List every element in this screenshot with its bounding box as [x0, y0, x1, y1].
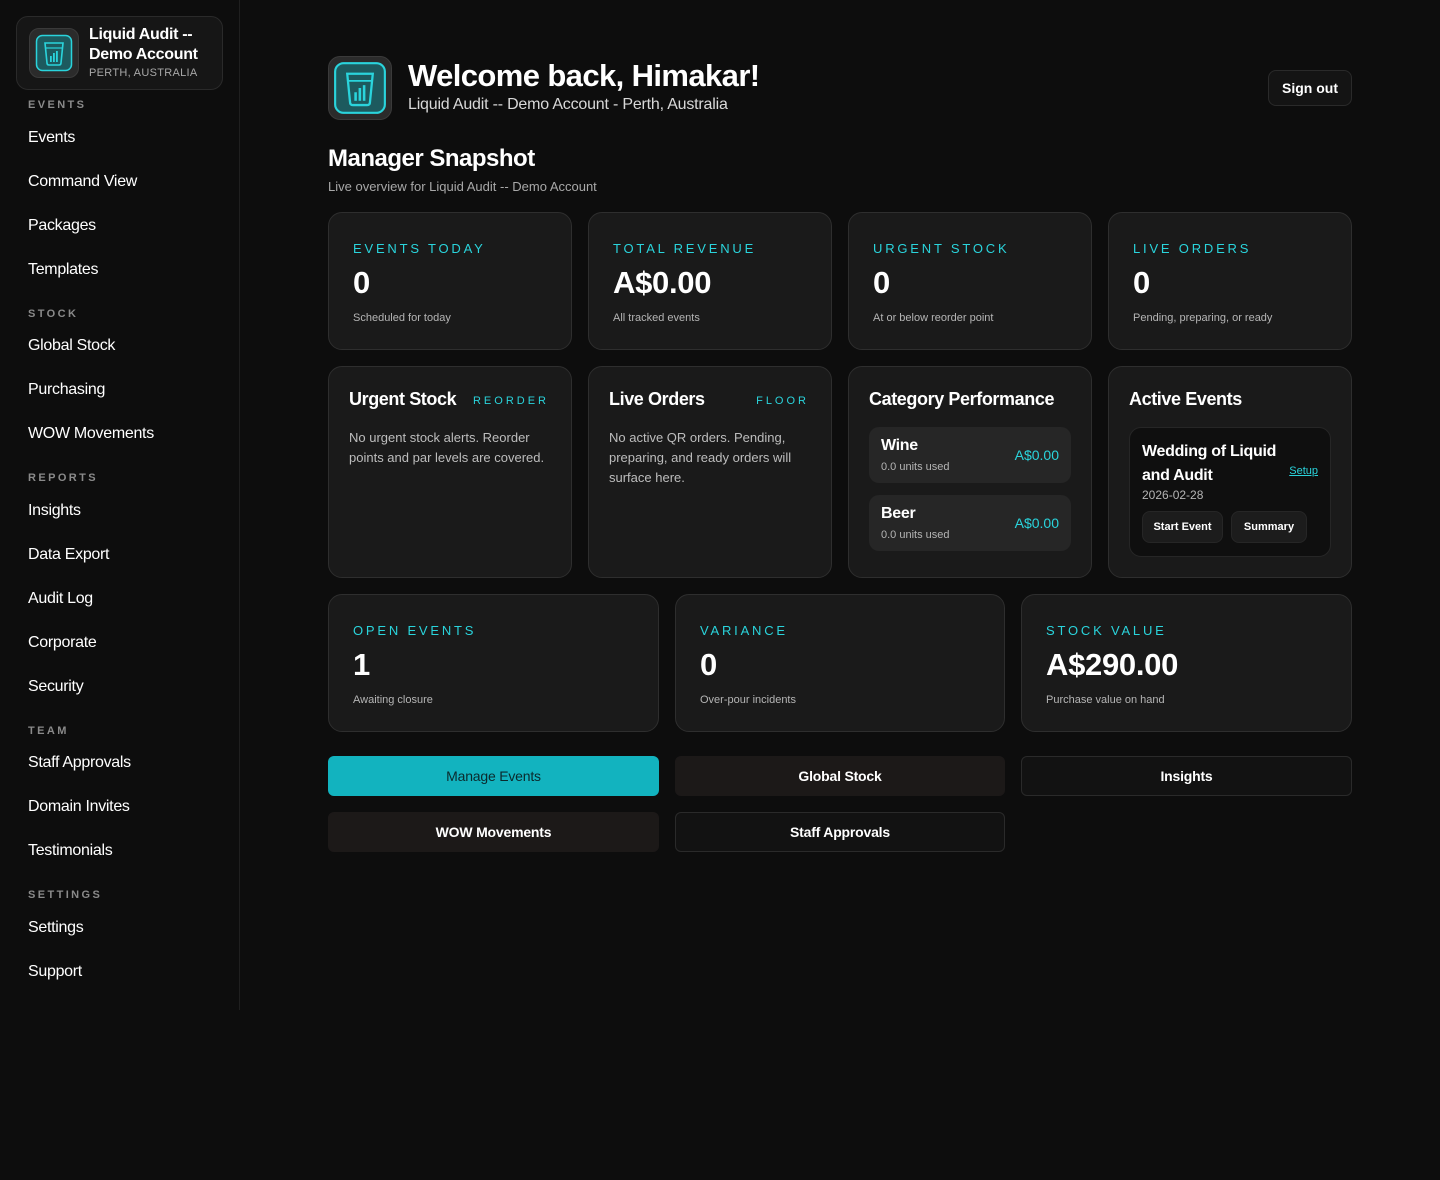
panel-tag: REORDER	[472, 395, 549, 407]
sidebar-item-security[interactable]: Security	[28, 678, 84, 696]
kpi-card-urgent-stock: URGENT STOCK 0 At or below reorder point	[848, 212, 1092, 350]
glass-chart-icon	[29, 28, 79, 78]
kpi-label: STOCK VALUE	[1046, 623, 1167, 638]
manage-events-button[interactable]: Manage Events	[328, 756, 659, 796]
kpi-value: 1	[353, 647, 370, 682]
kpi-card-stock-value: STOCK VALUE A$290.00 Purchase value on h…	[1021, 594, 1352, 732]
urgent-stock-panel: Urgent Stock REORDER No urgent stock ale…	[328, 366, 572, 578]
staff-approvals-button[interactable]: Staff Approvals	[675, 812, 1005, 852]
sidebar-item-audit-log[interactable]: Audit Log	[28, 590, 93, 608]
start-event-button[interactable]: Start Event	[1142, 511, 1223, 543]
category-row: Wine 0.0 units used A$0.00	[869, 427, 1071, 483]
kpi-value: 0	[1133, 265, 1150, 300]
sidebar-item-testimonials[interactable]: Testimonials	[28, 842, 113, 860]
panel-title: Category Performance	[869, 389, 1055, 409]
sidebar-item-wow-movements[interactable]: WOW Movements	[28, 425, 154, 443]
summary-button[interactable]: Summary	[1231, 511, 1307, 543]
sidebar-item-purchasing[interactable]: Purchasing	[28, 381, 105, 399]
page-title: Manager Snapshot	[328, 145, 535, 172]
sidebar-item-corporate[interactable]: Corporate	[28, 634, 97, 652]
kpi-value: 0	[353, 265, 370, 300]
event-setup-link[interactable]: Setup	[1289, 465, 1318, 477]
glass-chart-icon	[328, 56, 392, 120]
sign-out-button[interactable]: Sign out	[1268, 70, 1352, 106]
kpi-value: 0	[873, 265, 890, 300]
category-value: A$0.00	[1014, 515, 1059, 531]
sidebar-item-packages[interactable]: Packages	[28, 217, 96, 235]
kpi-note: Pending, preparing, or ready	[1133, 312, 1273, 324]
sidebar-item-global-stock[interactable]: Global Stock	[28, 337, 115, 355]
nav-section-events: EVENTS	[28, 99, 87, 111]
event-date: 2026-02-28	[1142, 488, 1204, 502]
kpi-label: LIVE ORDERS	[1133, 241, 1252, 256]
sidebar-item-settings[interactable]: Settings	[28, 919, 84, 937]
panel-title: Active Events	[1129, 389, 1242, 409]
kpi-card-open-events: OPEN EVENTS 1 Awaiting closure	[328, 594, 659, 732]
kpi-note: At or below reorder point	[873, 312, 994, 324]
sidebar-item-staff-approvals[interactable]: Staff Approvals	[28, 754, 131, 772]
nav-section-stock: STOCK	[28, 308, 79, 320]
global-stock-button[interactable]: Global Stock	[675, 756, 1005, 796]
kpi-label: TOTAL REVENUE	[613, 241, 757, 256]
kpi-label: OPEN EVENTS	[353, 623, 477, 638]
nav-section-reports: REPORTS	[28, 472, 98, 484]
kpi-value: A$0.00	[613, 265, 712, 300]
sidebar: Liquid Audit -- Demo Account PERTH, AUST…	[0, 0, 240, 1010]
account-brand-card[interactable]: Liquid Audit -- Demo Account PERTH, AUST…	[16, 16, 223, 90]
kpi-note: Scheduled for today	[353, 312, 451, 324]
page-subtitle: Live overview for Liquid Audit -- Demo A…	[328, 179, 597, 194]
active-event-card: Wedding of Liquid and Audit Setup 2026-0…	[1129, 427, 1331, 557]
kpi-card-total-revenue: TOTAL REVENUE A$0.00 All tracked events	[588, 212, 832, 350]
kpi-value: 0	[700, 647, 717, 682]
sidebar-item-insights[interactable]: Insights	[28, 502, 81, 520]
category-units: 0.0 units used	[881, 529, 950, 541]
category-row: Beer 0.0 units used A$0.00	[869, 495, 1071, 551]
event-name: Wedding of Liquid and Audit	[1142, 443, 1277, 484]
kpi-label: URGENT STOCK	[873, 241, 1010, 256]
category-performance-panel: Category Performance Wine 0.0 units used…	[848, 366, 1092, 578]
kpi-note: Purchase value on hand	[1046, 694, 1165, 706]
nav-section-settings: SETTINGS	[28, 889, 103, 901]
kpi-card-live-orders: LIVE ORDERS 0 Pending, preparing, or rea…	[1108, 212, 1352, 350]
kpi-card-variance: VARIANCE 0 Over-pour incidents	[675, 594, 1005, 732]
panel-title: Urgent Stock	[349, 389, 457, 409]
welcome-heading: Welcome back, Himakar!	[408, 58, 760, 93]
kpi-note: All tracked events	[613, 312, 700, 324]
category-name: Wine	[881, 437, 918, 454]
sidebar-item-domain-invites[interactable]: Domain Invites	[28, 798, 130, 816]
wow-movements-button[interactable]: WOW Movements	[328, 812, 659, 852]
panel-tag: FLOOR	[756, 395, 809, 407]
insights-button[interactable]: Insights	[1021, 756, 1352, 796]
kpi-note: Over-pour incidents	[700, 694, 796, 706]
account-name: Liquid Audit -- Demo Account	[89, 26, 198, 63]
kpi-card-events-today: EVENTS TODAY 0 Scheduled for today	[328, 212, 572, 350]
live-orders-panel: Live Orders FLOOR No active QR orders. P…	[588, 366, 832, 578]
sidebar-item-events[interactable]: Events	[28, 129, 75, 147]
kpi-label: EVENTS TODAY	[353, 241, 486, 256]
active-events-panel: Active Events Wedding of Liquid and Audi…	[1108, 366, 1352, 578]
sidebar-item-data-export[interactable]: Data Export	[28, 546, 109, 564]
account-subtitle: Liquid Audit -- Demo Account - Perth, Au…	[408, 96, 728, 113]
sidebar-item-support[interactable]: Support	[28, 963, 82, 981]
panel-empty-text: No urgent stock alerts. Reorder points a…	[349, 430, 545, 465]
account-location: PERTH, AUSTRALIA	[89, 67, 198, 79]
panel-title: Live Orders	[609, 389, 705, 409]
sidebar-item-templates[interactable]: Templates	[28, 261, 99, 279]
category-value: A$0.00	[1014, 447, 1059, 463]
category-name: Beer	[881, 505, 916, 522]
kpi-value: A$290.00	[1046, 647, 1179, 682]
nav-section-team: TEAM	[28, 725, 69, 737]
sidebar-item-command-view[interactable]: Command View	[28, 173, 137, 191]
panel-empty-text: No active QR orders. Pending, preparing,…	[609, 430, 792, 485]
kpi-label: VARIANCE	[700, 623, 788, 638]
kpi-note: Awaiting closure	[353, 694, 433, 706]
category-units: 0.0 units used	[881, 461, 950, 473]
